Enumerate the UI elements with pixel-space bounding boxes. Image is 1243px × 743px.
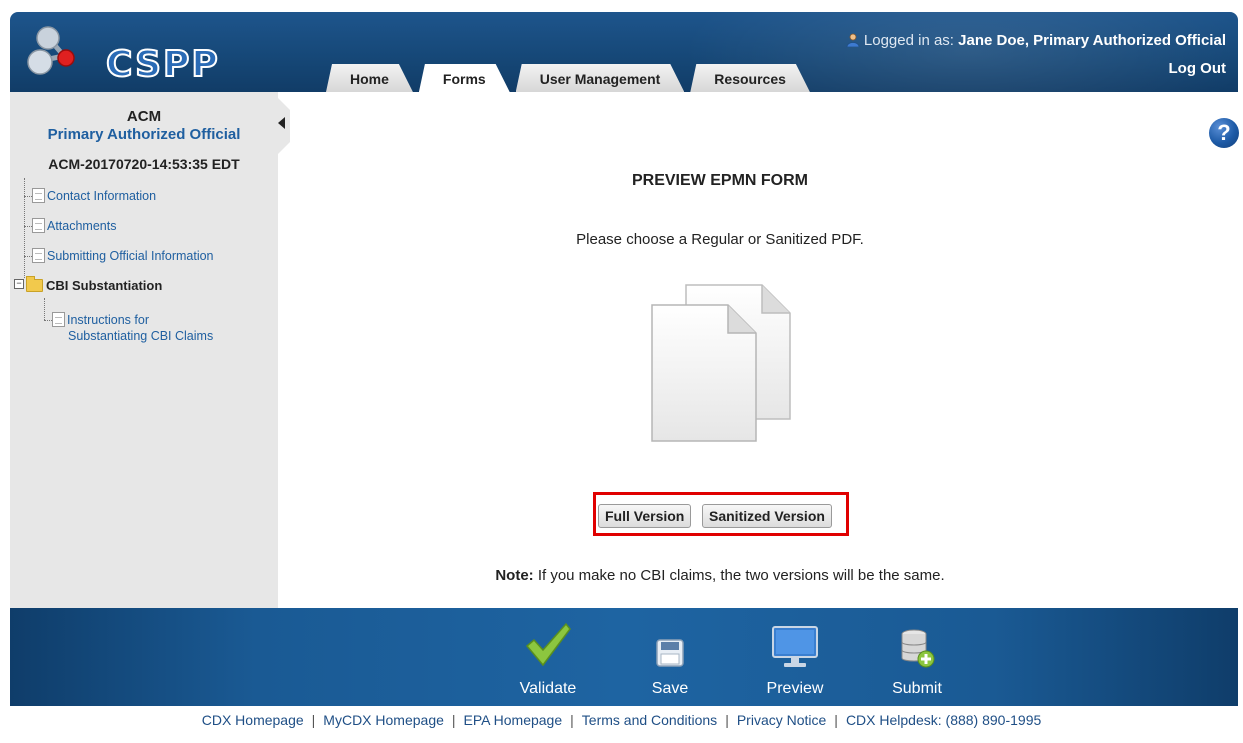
sanitized-version-button[interactable]: Sanitized Version [702, 504, 832, 528]
sidebar-title: ACM [126, 108, 162, 125]
submit-label: Submit [892, 680, 942, 697]
form-navigation-sidebar: ACM Primary Authorized Official ACM-2017… [10, 92, 278, 608]
page-title: PREVIEW EPMN FORM [631, 172, 808, 189]
folder-icon [26, 276, 43, 292]
privacy-notice-link[interactable]: Privacy Notice [737, 712, 826, 728]
tab-resources[interactable]: Resources [690, 64, 810, 92]
footer-links: CDX Homepage | MyCDX Homepage | EPA Homepage… [201, 712, 1042, 728]
full-version-button[interactable]: Full Version [598, 504, 692, 528]
preview-label: Preview [766, 680, 824, 697]
cspp-logo[interactable]: CSPP [24, 22, 224, 86]
note-label: Note: [495, 567, 534, 584]
terms-and-conditions-link[interactable]: Terms and Conditions [582, 712, 717, 728]
checkmark-icon [525, 622, 571, 667]
tab-home[interactable]: Home [326, 64, 413, 92]
document-icon [52, 312, 65, 327]
floppy-disk-icon [656, 639, 684, 667]
collapse-arrow-icon[interactable] [278, 117, 285, 129]
mycdx-homepage-link[interactable]: MyCDX Homepage [323, 712, 444, 728]
molecule-icon [27, 26, 75, 75]
action-footer: Validate Save Preview Submit [10, 608, 1238, 706]
sidebar-item-contact-information[interactable]: Contact Information [32, 188, 156, 203]
tree-connector [24, 178, 25, 278]
sidebar-item-label: Contact Information [47, 189, 157, 203]
document-icon [32, 218, 45, 233]
sidebar-item-label-line1: Instructions for [67, 313, 149, 327]
sidebar-folder-label: CBI Substantiation [46, 278, 163, 293]
save-label: Save [651, 680, 689, 697]
sidebar-item-instructions-cbi[interactable]: Instructions for Substantiating CBI Clai… [52, 312, 213, 344]
help-icon[interactable]: ? [1209, 118, 1239, 148]
tab-forms[interactable]: Forms [419, 64, 510, 92]
preview-button[interactable]: Preview [750, 620, 840, 698]
note-text: If you make no CBI claims, the two versi… [533, 567, 945, 584]
instruction-text: Please choose a Regular or Sanitized PDF… [576, 231, 864, 248]
cdx-homepage-link[interactable]: CDX Homepage [202, 712, 304, 728]
sidebar-role: Primary Authorized Official [47, 126, 241, 143]
epa-homepage-link[interactable]: EPA Homepage [464, 712, 563, 728]
monitor-icon [772, 626, 818, 667]
tree-connector [44, 320, 52, 321]
validate-button[interactable]: Validate [503, 620, 593, 698]
sidebar-item-submitting-official-information[interactable]: Submitting Official Information [32, 248, 214, 263]
document-icon [32, 248, 45, 263]
sidebar-folder-cbi-substantiation[interactable]: CBI Substantiation [26, 276, 163, 293]
sidebar-item-label-line2: Substantiating CBI Claims [68, 329, 214, 343]
sidebar-item-attachments[interactable]: Attachments [32, 218, 116, 233]
pdf-documents-icon [650, 283, 795, 443]
submit-button[interactable]: Submit [872, 620, 962, 698]
user-icon [846, 33, 860, 51]
sidebar-item-label: Attachments [47, 219, 117, 233]
form-id: ACM-20170720-14:53:35 EDT [48, 156, 240, 172]
user-name: Jane Doe, Primary Authorized Official [958, 32, 1226, 49]
validate-label: Validate [519, 680, 577, 697]
cdx-helpdesk-text: CDX Helpdesk: (888) 890-1995 [845, 712, 1042, 728]
cbi-note: Note: If you make no CBI claims, the two… [380, 567, 1060, 584]
database-plus-icon [901, 629, 935, 668]
logged-in-label: Logged in as: [863, 32, 954, 49]
logout-link[interactable]: Log Out [1169, 60, 1226, 77]
save-button[interactable]: Save [625, 620, 715, 698]
tab-user-management[interactable]: User Management [516, 64, 685, 92]
document-icon [32, 188, 45, 203]
logo-text: CSPP [105, 43, 220, 86]
sidebar-item-label: Submitting Official Information [47, 249, 214, 263]
collapse-toggle-icon[interactable]: − [14, 279, 24, 289]
logged-in-status: Logged in as: Jane Doe, Primary Authoriz… [846, 32, 1226, 51]
tree-connector [44, 298, 45, 320]
app-header: CSPP Logged in as: Jane Doe, Primary Aut… [10, 12, 1238, 92]
main-tabs: Home Forms User Management Resources [326, 62, 816, 92]
